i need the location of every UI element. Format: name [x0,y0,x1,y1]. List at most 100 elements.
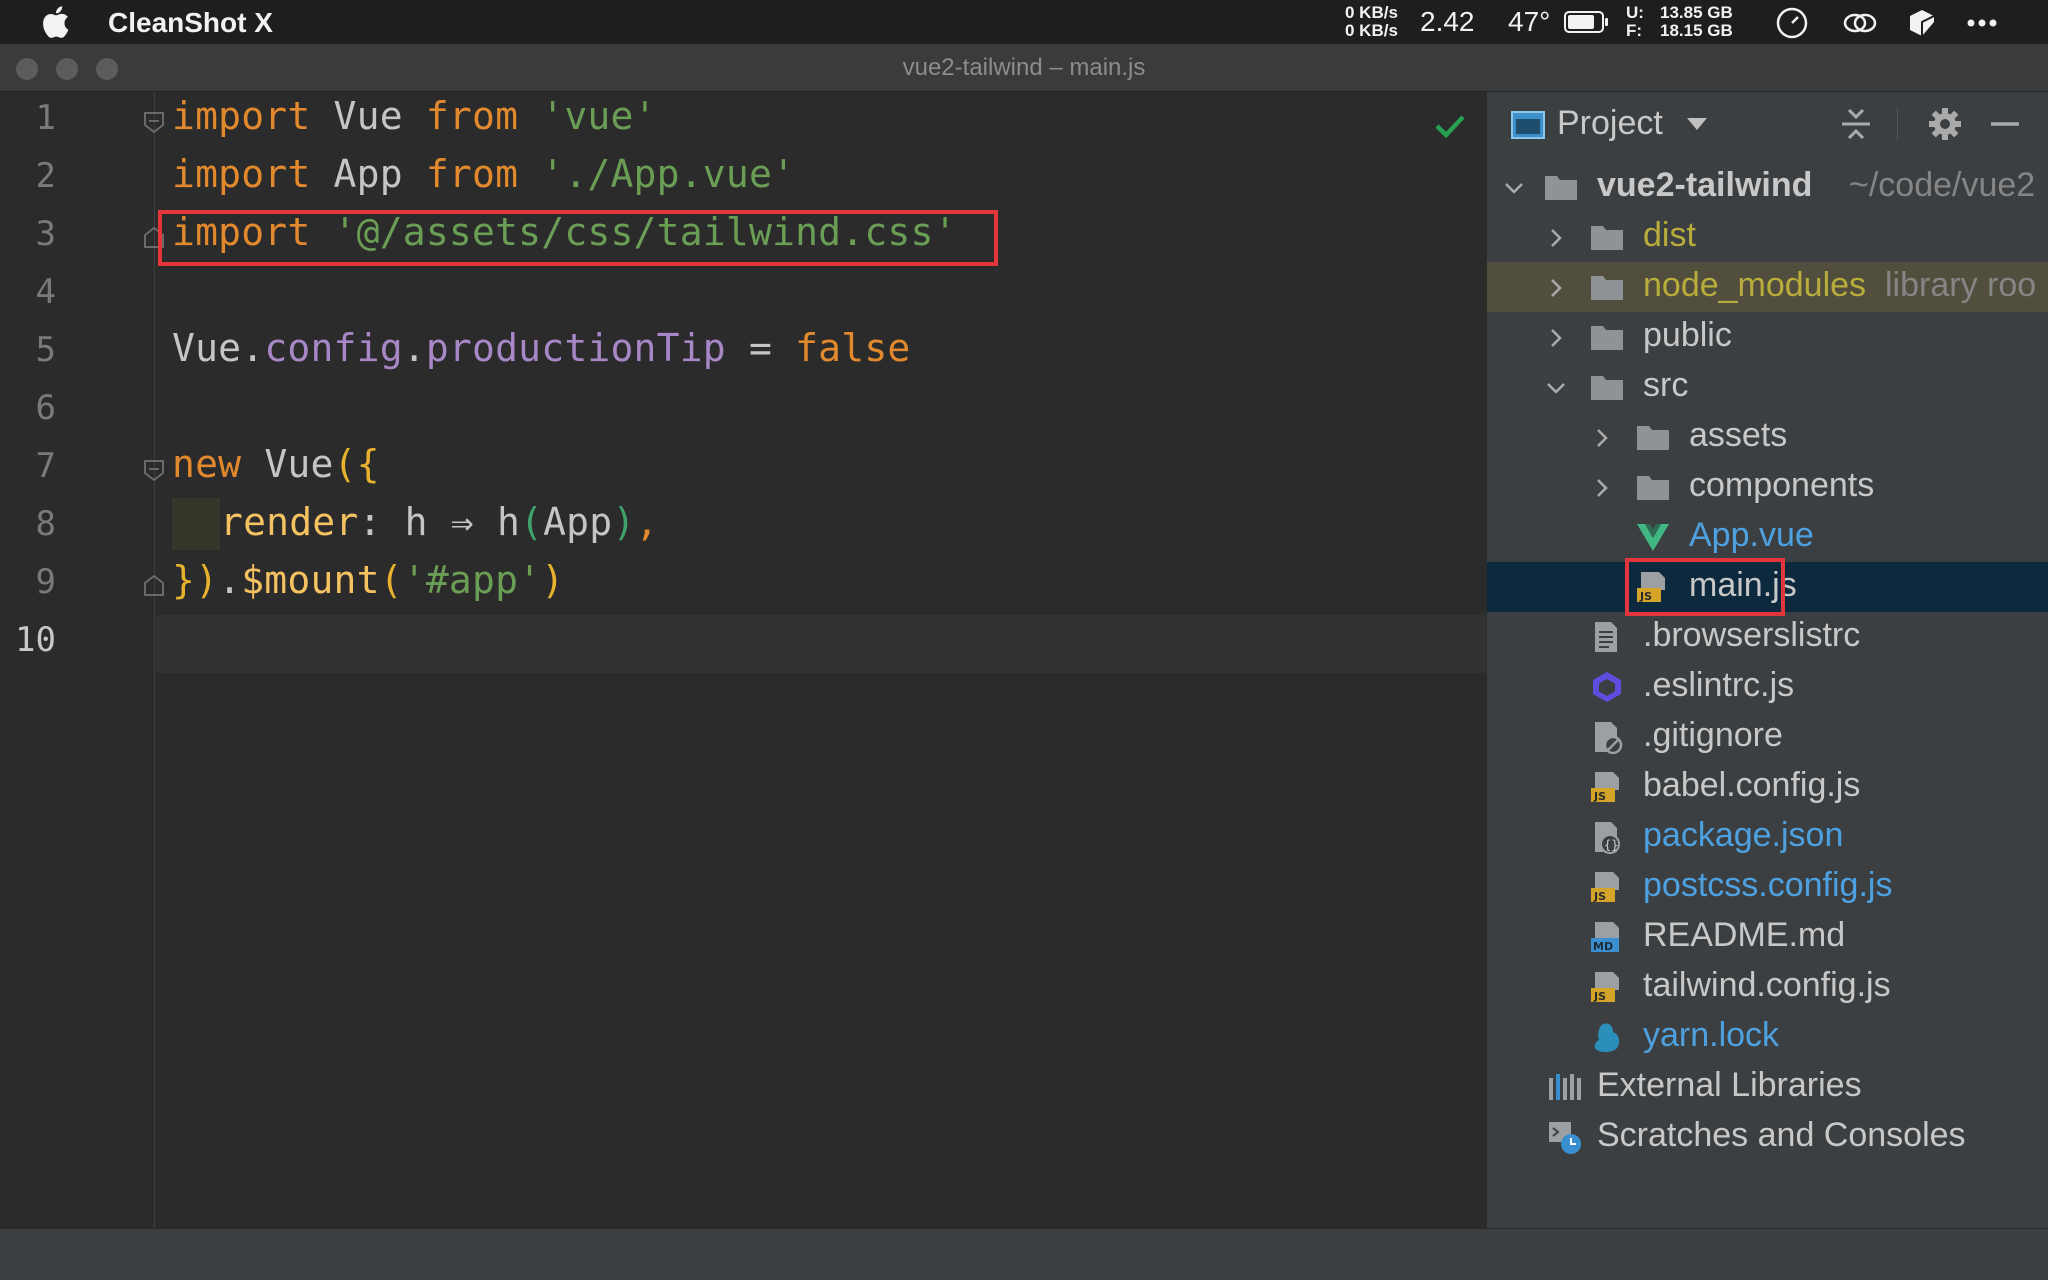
library-root-hint: library roo [1885,266,2037,304]
tree-item-scratches[interactable]: Scratches and Consoles [1487,1112,2048,1162]
gear-icon[interactable] [1927,106,1963,142]
clock-icon[interactable] [1774,6,1810,40]
folder-icon [1545,176,1577,200]
chevron-down-icon[interactable] [1543,375,1569,401]
tree-item-node-modules[interactable]: node_modules library roo [1487,262,2048,312]
gutter-divider [154,92,155,1228]
identifier: Vue [172,326,242,370]
tree-item-label: .browserslistrc [1643,616,1861,654]
current-line-highlight [156,615,1486,673]
link-icon[interactable] [1842,6,1878,40]
project-view-icon [1511,111,1545,139]
chevron-right-icon[interactable] [1589,475,1615,501]
tree-item-tailwind-config[interactable]: JS tailwind.config.js [1487,962,2048,1012]
tree-item-browserslistrc[interactable]: .browserslistrc [1487,612,2048,662]
line-number[interactable]: 5 [0,330,56,370]
cpu-temperature[interactable]: 47° [1508,6,1550,38]
active-app-name[interactable]: CleanShot X [108,7,273,39]
code-line-2[interactable]: import App from './App.vue' [172,152,795,196]
tree-item-babel-config[interactable]: JS babel.config.js [1487,762,2048,812]
tree-item-assets[interactable]: assets [1487,412,2048,462]
property: render [220,500,359,544]
project-tool-window: Project vue2-tailwind ~/code/vue2 dist n… [1486,92,2048,1228]
line-number[interactable]: 2 [0,156,56,196]
property: productionTip [425,326,726,370]
tree-item-src[interactable]: src [1487,362,2048,412]
folder-icon [1591,376,1623,400]
keyword: from [425,94,519,138]
tree-item-package-json[interactable]: {} package.json [1487,812,2048,862]
json-file-icon: {} [1595,822,1620,854]
more-icon[interactable] [1964,6,2000,40]
tree-item-label: Scratches and Consoles [1597,1116,1966,1154]
code-editor[interactable]: 1 2 3 4 5 6 7 8 9 10 import Vue from 'vu… [0,92,1486,1228]
folder-icon [1591,276,1623,300]
cube-icon[interactable] [1904,6,1940,40]
fold-end-icon[interactable] [142,574,166,598]
project-view-selector[interactable]: Project [1557,104,1663,143]
minimize-icon[interactable] [1989,108,2021,140]
chevron-right-icon[interactable] [1589,425,1615,451]
tree-item-eslintrc[interactable]: .eslintrc.js [1487,662,2048,712]
fold-start-icon[interactable] [142,110,166,134]
line-number[interactable]: 1 [0,98,56,138]
code-line-8[interactable]: render: h ⇒ h(App), [220,500,658,544]
keyword: false [795,326,911,370]
tree-item-components[interactable]: components [1487,462,2048,512]
folder-icon [1591,226,1623,250]
method-call: $mount [241,558,380,602]
tree-item-gitignore[interactable]: .gitignore [1487,712,2048,762]
chevron-right-icon[interactable] [1543,225,1569,251]
line-number[interactable]: 6 [0,388,56,428]
tree-item-yarn-lock[interactable]: yarn.lock [1487,1012,2048,1062]
markdown-file-icon: MD [1591,922,1619,953]
disk-free-key: F: [1626,21,1643,40]
project-header: Project [1487,92,2048,154]
chevron-right-icon[interactable] [1543,275,1569,301]
eslint-icon [1593,672,1621,702]
text-file-icon [1595,622,1617,652]
line-number[interactable]: 9 [0,562,56,602]
disk-keys: U: F: [1626,4,1644,40]
battery-icon[interactable] [1564,10,1610,34]
window-title: vue2-tailwind – main.js [902,54,1146,81]
tree-item-postcss-config[interactable]: JS postcss.config.js [1487,862,2048,912]
line-number[interactable]: 4 [0,272,56,312]
chevron-right-icon[interactable] [1543,325,1569,351]
disk-usage[interactable]: 13.85 GB 18.15 GB [1660,4,1733,40]
chevron-down-icon[interactable] [1501,175,1527,201]
tree-item-readme[interactable]: MD README.md [1487,912,2048,962]
menu-bar: CleanShot X 0 KB/s 0 KB/s 2.42 47° U: F:… [0,0,2048,44]
identifier: Vue [333,94,403,138]
string-literal: 'vue' [541,94,657,138]
collapse-all-icon[interactable] [1839,106,1873,142]
no-problems-check-icon[interactable] [1434,112,1466,140]
code-line-7[interactable]: new Vue({ [172,442,380,486]
yarn-icon [1594,1023,1620,1053]
line-number[interactable]: 7 [0,446,56,486]
line-number[interactable]: 8 [0,504,56,544]
tree-item-app-vue[interactable]: App.vue [1487,512,2048,562]
code-line-5[interactable]: Vue.config.productionTip = false [172,326,911,370]
string-literal: '#app' [402,558,542,602]
tree-item-external-libraries[interactable]: External Libraries [1487,1062,2048,1112]
svg-text:{}: {} [1604,838,1618,852]
line-number[interactable]: 3 [0,214,56,254]
folder-icon [1637,426,1669,450]
code-line-1[interactable]: import Vue from 'vue' [172,94,657,138]
apple-icon[interactable] [40,5,70,39]
tree-item-dist[interactable]: dist [1487,212,2048,262]
tree-item-label: public [1643,316,1732,354]
header-separator [1897,108,1898,140]
code-line-9[interactable]: }).$mount('#app') [172,558,564,602]
keyword: from [425,152,519,196]
tree-item-public[interactable]: public [1487,312,2048,362]
network-speed[interactable]: 0 KB/s 0 KB/s [1345,4,1398,40]
disk-free: 18.15 GB [1660,21,1733,40]
chevron-down-icon[interactable] [1685,114,1709,134]
cpu-load[interactable]: 2.42 [1420,6,1475,38]
window-title-bar: vue2-tailwind – main.js [0,44,2048,92]
line-number-active[interactable]: 10 [0,620,56,660]
fold-start-icon[interactable] [142,458,166,482]
tree-root-vue2-tailwind[interactable]: vue2-tailwind ~/code/vue2 [1487,162,2048,212]
